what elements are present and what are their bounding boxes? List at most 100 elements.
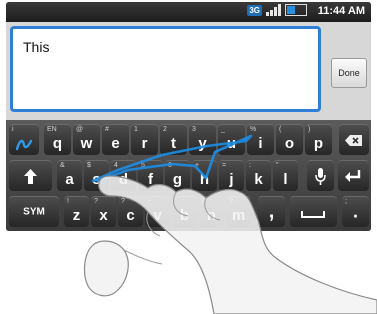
- shift-key[interactable]: [9, 160, 52, 191]
- key-alt-label: +: [195, 162, 200, 169]
- status-time: 11:44 AM: [317, 5, 365, 17]
- key-p[interactable]: ) p: [305, 124, 332, 155]
- key-label: p: [313, 135, 324, 152]
- microphone-key[interactable]: [307, 160, 334, 191]
- key-b[interactable]: ' b: [172, 196, 197, 227]
- key-alt-label: @: [76, 126, 84, 133]
- key-alt-label: ): [308, 126, 311, 133]
- key-alt-label: #: [105, 126, 109, 133]
- key-alt-label: ": [276, 162, 279, 169]
- key-label: i: [258, 135, 263, 152]
- sym-key[interactable]: SYM: [9, 196, 59, 227]
- key-alt-label: EN: [47, 126, 57, 133]
- key-alt-label: =: [222, 162, 227, 169]
- key-label: n: [206, 207, 217, 224]
- key-label: e: [111, 135, 120, 152]
- editor-area: This Done: [6, 22, 371, 120]
- key-r[interactable]: 1r: [131, 124, 158, 155]
- status-icons: 3G: [247, 4, 307, 16]
- key-w[interactable]: @ w: [73, 124, 100, 155]
- enter-key[interactable]: [338, 160, 369, 191]
- key-alt-label: 6: [168, 162, 172, 169]
- key-label: z: [72, 207, 81, 224]
- key-z[interactable]: ! z: [64, 196, 89, 227]
- key-a[interactable]: & a: [57, 160, 82, 191]
- key-alt-label: /: [202, 198, 204, 205]
- key-alt-label: ?: [229, 198, 233, 205]
- key-alt-label: ?: [94, 198, 98, 205]
- key-t[interactable]: 2t: [160, 124, 187, 155]
- key-u[interactable]: _ u: [218, 124, 245, 155]
- swype-help-key[interactable]: i: [9, 124, 39, 155]
- key-i[interactable]: % i: [247, 124, 274, 155]
- key-f[interactable]: 5f: [138, 160, 163, 191]
- key-alt-label: 1: [134, 126, 138, 133]
- key-s[interactable]: $ s: [84, 160, 109, 191]
- period-key-label: .: [352, 201, 358, 222]
- key-m[interactable]: ? m: [226, 196, 251, 227]
- microphone-icon: [315, 168, 326, 185]
- key-h[interactable]: + h: [192, 160, 217, 191]
- done-button[interactable]: Done: [331, 58, 367, 88]
- key-x[interactable]: ? x: [91, 196, 116, 227]
- key-v[interactable]: -v: [145, 196, 170, 227]
- key-label: a: [65, 171, 74, 188]
- key-q[interactable]: EN q: [44, 124, 71, 155]
- key-label: g: [172, 171, 183, 188]
- key-k[interactable]: :k: [246, 160, 271, 191]
- key-alt-label: _: [221, 126, 225, 133]
- text-input[interactable]: This: [10, 26, 321, 112]
- key-label: b: [179, 207, 190, 224]
- comma-key[interactable]: ,: [258, 196, 285, 227]
- key-e[interactable]: # e: [102, 124, 129, 155]
- key-l[interactable]: " l: [273, 160, 298, 191]
- key-c[interactable]: ? c: [118, 196, 143, 227]
- key-j[interactable]: = j: [219, 160, 244, 191]
- key-label: k: [254, 171, 263, 188]
- signal-strength-icon: [266, 4, 281, 16]
- key-o[interactable]: (o: [276, 124, 303, 155]
- key-label: m: [231, 207, 246, 224]
- space-key[interactable]: [290, 196, 337, 227]
- shift-icon: [24, 169, 37, 184]
- comma-key-label: ,: [268, 200, 275, 223]
- key-d[interactable]: 4d: [111, 160, 136, 191]
- key-label: j: [229, 171, 234, 188]
- key-label: c: [126, 207, 135, 224]
- key-label: v: [153, 207, 162, 224]
- key-label: d: [118, 171, 129, 188]
- key-label: s: [92, 171, 101, 188]
- phone-screen: 3G 11:44 AM This Done i EN q @ w # e 1 r 2 t 3 y _ u%…: [6, 2, 371, 231]
- key-y[interactable]: 3y: [189, 124, 216, 155]
- help-alt-label: i: [12, 126, 14, 133]
- key-label: r: [141, 135, 148, 152]
- key-alt-label: ': [175, 198, 177, 205]
- key-label: y: [198, 135, 207, 152]
- key-label: o: [284, 135, 295, 152]
- key-alt-label: (: [279, 126, 282, 133]
- key-alt-label: &: [60, 162, 65, 169]
- key-alt-label: -: [148, 198, 151, 205]
- key-alt-label: :: [249, 162, 251, 169]
- key-g[interactable]: 6g: [165, 160, 190, 191]
- swype-logo-icon: [16, 139, 32, 151]
- network-3g-icon: 3G: [247, 4, 262, 16]
- key-label: l: [283, 171, 288, 188]
- period-key[interactable]: ; .: [342, 196, 369, 227]
- key-alt-label: ?: [121, 198, 125, 205]
- sym-key-label: SYM: [23, 206, 45, 218]
- key-alt-label: $: [87, 162, 91, 169]
- battery-icon: [285, 4, 307, 16]
- key-n[interactable]: / n: [199, 196, 224, 227]
- backspace-key[interactable]: [339, 124, 369, 155]
- text-input-value: This: [23, 39, 50, 55]
- enter-icon: [345, 170, 361, 182]
- key-label: w: [80, 135, 93, 152]
- key-label: h: [199, 171, 210, 188]
- key-label: q: [52, 135, 63, 152]
- status-bar: 3G 11:44 AM: [6, 2, 371, 22]
- keyboard: i EN q @ w # e 1 r 2 t 3 y _ u% i(o) p & a $ s 4 d 5 f 6 g + h = j: k…: [6, 120, 371, 231]
- key-alt-label: 5: [141, 162, 145, 169]
- key-label: u: [226, 135, 237, 152]
- key-label: f: [148, 171, 153, 188]
